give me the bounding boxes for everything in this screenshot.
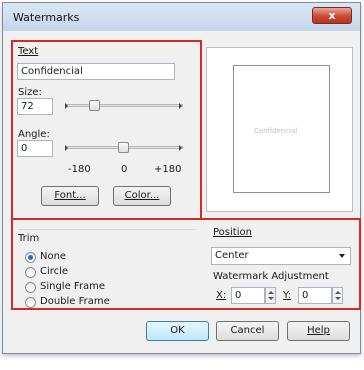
position-highlight-left bbox=[11, 218, 13, 310]
font-button[interactable]: Font... bbox=[41, 186, 99, 206]
x-offset-label: X: bbox=[216, 290, 227, 301]
help-button[interactable]: Help bbox=[287, 321, 350, 341]
trim-separator bbox=[18, 229, 196, 230]
trim-radio-double-frame[interactable] bbox=[25, 297, 36, 308]
watermark-adjustment-label: Watermark Adjustment bbox=[213, 271, 329, 282]
size-slider-thumb[interactable] bbox=[89, 100, 100, 111]
position-dropdown[interactable]: Center bbox=[211, 247, 351, 265]
size-slider-end-icon bbox=[65, 103, 68, 109]
chevron-down-icon bbox=[339, 254, 345, 258]
angle-scale-min: -180 bbox=[68, 164, 91, 175]
trim-option-none[interactable]: None bbox=[40, 251, 66, 262]
close-icon: x bbox=[328, 9, 336, 22]
size-slider-track[interactable] bbox=[65, 104, 183, 107]
spin-down-icon[interactable] bbox=[335, 297, 341, 300]
trim-option-circle[interactable]: Circle bbox=[40, 266, 68, 277]
text-label: Text bbox=[18, 46, 39, 57]
spin-up-icon[interactable] bbox=[335, 291, 341, 294]
trim-radio-circle[interactable] bbox=[25, 267, 36, 278]
position-highlight-top bbox=[200, 218, 361, 220]
angle-label: Angle: bbox=[18, 129, 50, 140]
size-label: Size: bbox=[18, 87, 42, 98]
trim-radio-none[interactable] bbox=[25, 252, 36, 263]
spin-up-icon[interactable] bbox=[268, 291, 274, 294]
size-slider-end-icon bbox=[179, 103, 182, 109]
angle-slider-end-icon bbox=[179, 145, 182, 151]
x-offset-input[interactable]: 0 bbox=[231, 287, 265, 304]
angle-scale-max: +180 bbox=[154, 164, 182, 175]
size-input[interactable]: 72 bbox=[17, 98, 53, 115]
watermarks-dialog: Watermarks x Text Confidencial Size: 72 … bbox=[2, 2, 361, 354]
close-button[interactable]: x bbox=[312, 7, 352, 24]
angle-scale-mid: 0 bbox=[121, 164, 128, 175]
spin-down-icon[interactable] bbox=[268, 297, 274, 300]
preview-watermark-text: Confidencial bbox=[254, 127, 298, 135]
y-offset-input[interactable]: 0 bbox=[298, 287, 332, 304]
trim-label: Trim bbox=[18, 233, 40, 244]
y-offset-spinner[interactable] bbox=[332, 287, 343, 304]
angle-input[interactable]: 0 bbox=[17, 140, 53, 157]
window-title: Watermarks bbox=[13, 11, 80, 24]
trim-option-double-frame[interactable]: Double Frame bbox=[40, 296, 110, 307]
x-offset-spinner[interactable] bbox=[265, 287, 276, 304]
position-highlight-bottom bbox=[11, 308, 361, 310]
angle-slider-thumb[interactable] bbox=[118, 142, 129, 153]
trim-option-single-frame[interactable]: Single Frame bbox=[40, 281, 105, 292]
preview-page: Confidencial bbox=[233, 65, 330, 193]
angle-slider-end-icon bbox=[65, 145, 68, 151]
y-offset-label: Y: bbox=[283, 290, 292, 301]
position-label: Position bbox=[213, 227, 252, 238]
position-selected-value: Center bbox=[215, 250, 249, 261]
cancel-button[interactable]: Cancel bbox=[216, 321, 279, 341]
title-bar[interactable]: Watermarks x bbox=[3, 3, 360, 31]
color-button[interactable]: Color... bbox=[113, 186, 171, 206]
watermark-text-input[interactable]: Confidencial bbox=[17, 63, 175, 80]
position-highlight-right bbox=[359, 218, 361, 310]
ok-button[interactable]: OK bbox=[146, 321, 209, 341]
trim-radio-single-frame[interactable] bbox=[25, 282, 36, 293]
